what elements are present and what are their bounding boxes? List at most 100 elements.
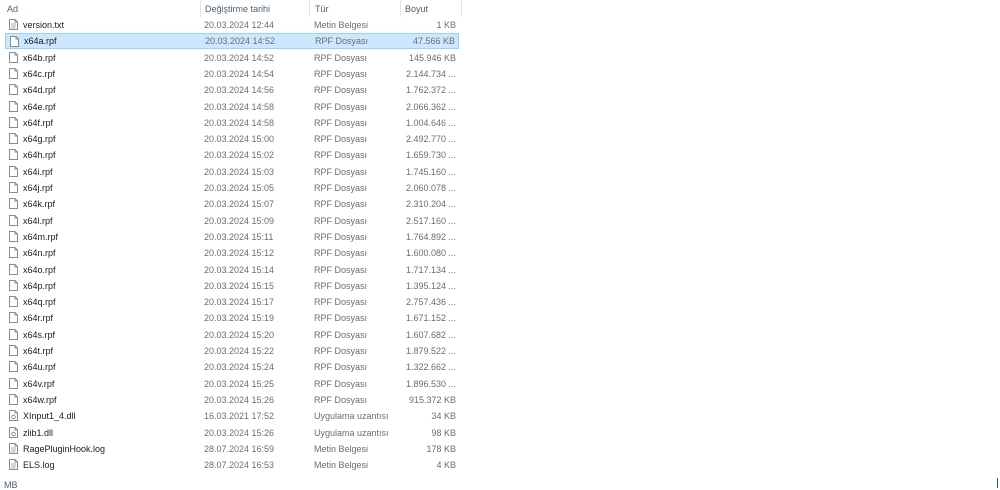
column-header-date[interactable]: Değiştirme tarihi <box>205 0 270 17</box>
file-name: x64m.rpf <box>23 231 59 242</box>
column-divider[interactable] <box>400 0 401 17</box>
file-type: RPF Dosyası <box>314 215 368 226</box>
text-file-icon <box>9 442 18 454</box>
file-type: RPF Dosyası <box>314 101 368 112</box>
file-type: RPF Dosyası <box>314 378 368 389</box>
file-type: RPF Dosyası <box>314 68 368 79</box>
file-name: x64i.rpf <box>23 166 53 177</box>
file-modified-date: 20.03.2024 15:09 <box>204 215 275 226</box>
blank-file-icon <box>9 377 18 389</box>
file-row[interactable]: x64d.rpf 20.03.2024 14:56 RPF Dosyası 1.762… <box>5 82 459 98</box>
file-name: x64v.rpf <box>23 378 55 389</box>
file-size: 1.671.152 ... <box>405 313 456 324</box>
blank-file-icon <box>9 312 18 324</box>
file-row[interactable]: x64i.rpf 20.03.2024 15:03 RPF Dosyası 1.745… <box>5 164 459 180</box>
file-row[interactable]: ELS.log 28.07.2024 16:53 Metin Belgesi 4 KB <box>5 457 459 473</box>
file-type: RPF Dosyası <box>314 85 368 96</box>
file-name: x64f.rpf <box>23 117 54 128</box>
file-modified-date: 20.03.2024 12:44 <box>204 20 275 30</box>
file-type: RPF Dosyası <box>315 36 369 47</box>
file-type: RPF Dosyası <box>314 52 368 63</box>
file-type: RPF Dosyası <box>314 297 368 308</box>
file-row[interactable]: x64a.rpf 20.03.2024 14:52 RPF Dosyası 47.56… <box>5 33 459 50</box>
file-type: RPF Dosyası <box>314 117 368 128</box>
file-type: RPF Dosyası <box>314 346 368 356</box>
file-row[interactable]: x64p.rpf 20.03.2024 15:15 RPF Dosyası 1.395… <box>5 278 459 294</box>
blank-file-icon <box>9 393 18 405</box>
file-row[interactable]: RagePluginHook.log 28.07.2024 16:59 Metin … <box>5 441 459 457</box>
file-name: x64h.rpf <box>23 150 56 161</box>
column-header-name[interactable]: Ad <box>7 0 18 17</box>
file-row[interactable]: x64n.rpf 20.03.2024 15:12 RPF Dosyası 1.600… <box>5 245 459 261</box>
file-row[interactable]: x64g.rpf 20.03.2024 15:00 RPF Dosyası 2.492… <box>5 131 459 147</box>
file-size: 34 KB <box>431 411 456 422</box>
file-row[interactable]: x64h.rpf 20.03.2024 15:02 RPF Dosyası 1.659… <box>5 147 459 163</box>
file-size: 98 KB <box>431 427 456 438</box>
column-divider[interactable] <box>309 0 310 17</box>
file-row[interactable]: XInput1_4.dll 16.03.2021 17:52 Uygulama uz… <box>5 408 459 424</box>
file-modified-date: 20.03.2024 14:52 <box>205 36 276 47</box>
blank-file-icon <box>9 84 18 96</box>
column-header-size[interactable]: Boyut <box>405 0 428 17</box>
file-name: x64a.rpf <box>24 36 57 47</box>
file-type: RPF Dosyası <box>314 362 368 373</box>
file-type: Uygulama uzantısı <box>314 427 389 438</box>
file-size: 2.310.204 ... <box>405 199 456 210</box>
file-name: x64e.rpf <box>23 101 56 112</box>
file-modified-date: 16.03.2021 17:52 <box>204 411 275 422</box>
file-size: 1.600.080 ... <box>405 248 456 259</box>
file-name: x64d.rpf <box>23 85 56 96</box>
text-file-icon <box>9 459 18 471</box>
file-modified-date: 20.03.2024 15:19 <box>204 313 275 324</box>
file-type: Metin Belgesi <box>314 20 369 30</box>
file-row[interactable]: x64w.rpf 20.03.2024 15:26 RPF Dosyası 915.3… <box>5 392 459 408</box>
file-size: 145.946 KB <box>408 52 456 63</box>
file-size: 2.517.160 ... <box>405 215 456 226</box>
file-size: 1.879.522 ... <box>405 346 456 356</box>
file-type: RPF Dosyası <box>314 199 368 210</box>
file-row[interactable]: x64q.rpf 20.03.2024 15:17 RPF Dosyası 2.757… <box>5 294 459 310</box>
blank-file-icon <box>9 361 18 373</box>
file-modified-date: 20.03.2024 15:14 <box>204 264 275 275</box>
file-row[interactable]: x64o.rpf 20.03.2024 15:14 RPF Dosyası 1.717… <box>5 262 459 278</box>
file-modified-date: 20.03.2024 15:07 <box>204 199 275 210</box>
blank-file-icon <box>9 279 18 291</box>
file-modified-date: 20.03.2024 15:15 <box>204 280 275 291</box>
blank-file-icon <box>9 263 18 275</box>
file-name: x64b.rpf <box>23 52 56 63</box>
file-row[interactable]: x64f.rpf 20.03.2024 14:58 RPF Dosyası 1.004… <box>5 115 459 131</box>
file-name: ELS.log <box>23 460 55 471</box>
file-row[interactable]: x64e.rpf 20.03.2024 14:58 RPF Dosyası 2.066… <box>5 99 459 115</box>
file-row[interactable]: x64r.rpf 20.03.2024 15:19 RPF Dosyası 1.671… <box>5 310 459 326</box>
column-divider[interactable] <box>461 0 462 17</box>
file-row[interactable]: x64k.rpf 20.03.2024 15:07 RPF Dosyası 2.310… <box>5 196 459 212</box>
file-row[interactable]: version.txt 20.03.2024 12:44 Metin Belgesi… <box>5 17 459 33</box>
blank-file-icon <box>9 296 18 308</box>
file-size: 1.607.682 ... <box>405 329 456 340</box>
file-size: 1.717.134 ... <box>405 264 456 275</box>
file-row[interactable]: x64u.rpf 20.03.2024 15:24 RPF Dosyası 1.322… <box>5 359 459 375</box>
file-row[interactable]: x64t.rpf 20.03.2024 15:22 RPF Dosyası 1.879… <box>5 343 459 359</box>
file-row[interactable]: x64j.rpf 20.03.2024 15:05 RPF Dosyası 2.060… <box>5 180 459 196</box>
blank-file-icon <box>9 182 18 193</box>
file-size: 915.372 KB <box>408 394 456 405</box>
file-name: RagePluginHook.log <box>23 443 106 454</box>
file-size: 1.004.646 ... <box>405 117 456 128</box>
blank-file-icon <box>9 100 18 112</box>
file-row[interactable]: zlib1.dll 20.03.2024 15:26 Uygulama uzantı… <box>5 425 459 441</box>
file-name: x64o.rpf <box>23 264 56 275</box>
column-header-type[interactable]: Tür <box>315 0 329 17</box>
file-size: 178 KB <box>426 443 456 454</box>
file-row[interactable]: x64m.rpf 20.03.2024 15:11 RPF Dosyası 1.764… <box>5 229 459 245</box>
file-modified-date: 28.07.2024 16:53 <box>204 460 275 471</box>
file-row[interactable]: x64v.rpf 20.03.2024 15:25 RPF Dosyası 1.896… <box>5 376 459 392</box>
file-row[interactable]: x64s.rpf 20.03.2024 15:20 RPF Dosyası 1.607… <box>5 327 459 343</box>
column-divider[interactable] <box>200 0 201 17</box>
file-row[interactable]: x64b.rpf 20.03.2024 14:52 RPF Dosyası 145.9… <box>5 50 459 66</box>
file-modified-date: 20.03.2024 14:54 <box>204 68 275 79</box>
file-row[interactable]: x64c.rpf 20.03.2024 14:54 RPF Dosyası 2.144… <box>5 66 459 82</box>
file-modified-date: 20.03.2024 15:05 <box>204 183 275 193</box>
file-size: 2.060.078 ... <box>405 183 456 193</box>
text-file-icon <box>9 19 18 30</box>
file-row[interactable]: x64l.rpf 20.03.2024 15:09 RPF Dosyası 2.517… <box>5 213 459 229</box>
